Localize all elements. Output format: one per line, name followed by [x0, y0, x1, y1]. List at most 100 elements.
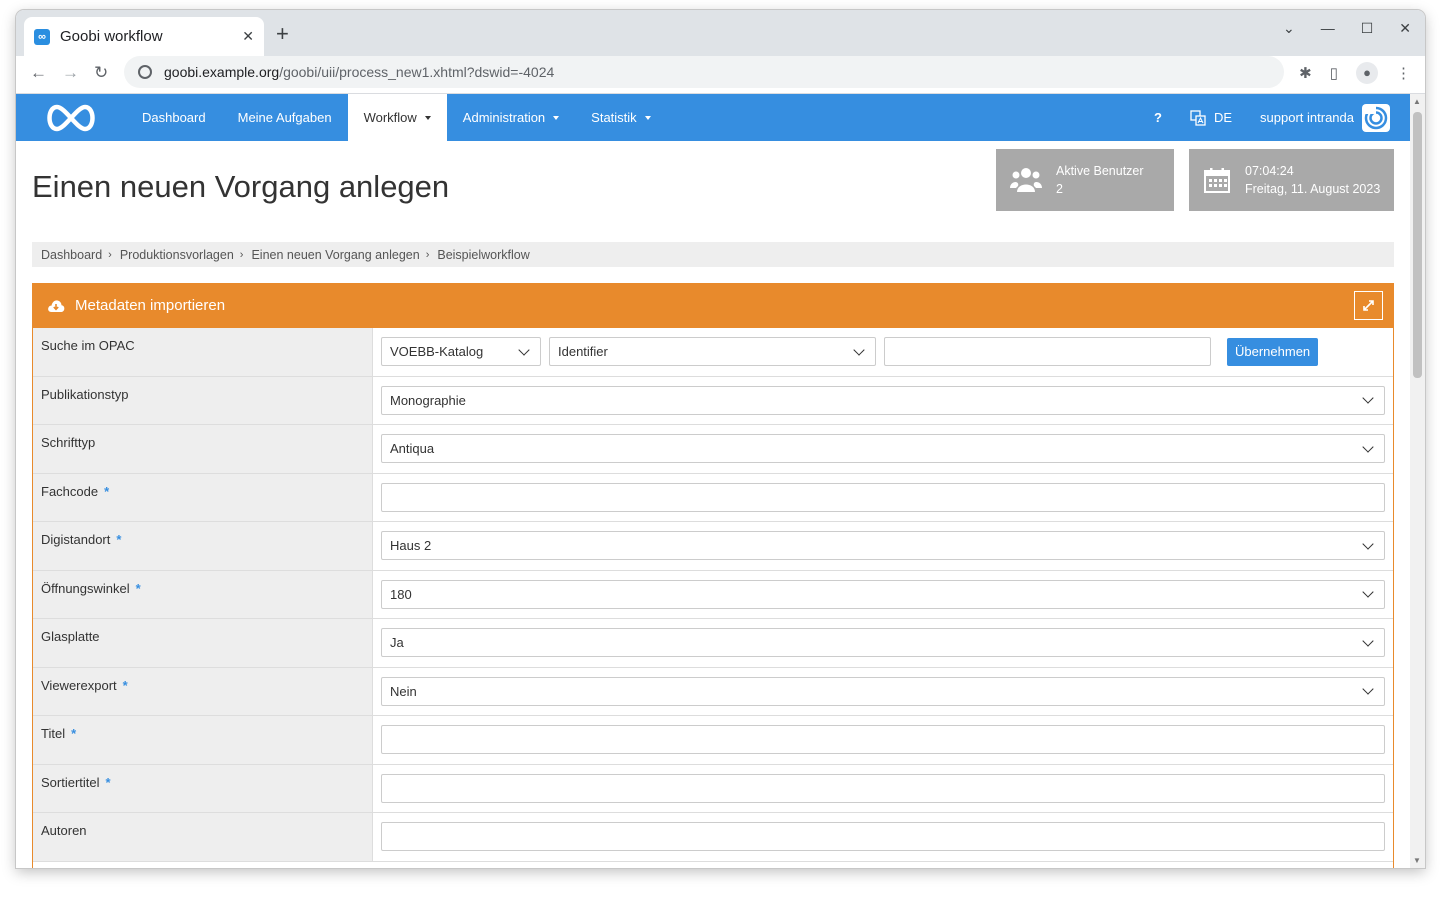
required-marker: * — [71, 726, 77, 741]
main-navbar: Dashboard Meine Aufgaben Workflow Admini… — [16, 94, 1410, 141]
profile-icon[interactable]: ● — [1356, 62, 1378, 84]
select-value: Ja — [390, 635, 404, 651]
nav-administration-label: Administration — [462, 110, 546, 125]
box-title: Metadaten importieren — [75, 297, 226, 314]
site-info-icon[interactable] — [138, 65, 152, 79]
metadata-select[interactable]: Haus 2 — [381, 531, 1385, 561]
scroll-down-icon[interactable]: ▼ — [1413, 856, 1421, 865]
form-field — [373, 716, 1393, 764]
nav-dashboard[interactable]: Dashboard — [126, 94, 222, 141]
chevron-right-icon: › — [239, 248, 244, 261]
form-row: Digistandort * Haus 2 — [33, 522, 1393, 571]
side-panel-icon[interactable]: ▯ — [1330, 64, 1338, 82]
translate-icon — [1190, 109, 1206, 126]
nav-workflow-label: Workflow — [363, 110, 417, 125]
help-button[interactable]: ? — [1140, 94, 1176, 141]
url-field[interactable]: goobi.example.org /goobi/uii/process_new… — [124, 56, 1284, 88]
chevron-down-icon — [1362, 635, 1374, 647]
metadata-select[interactable]: Nein — [381, 676, 1385, 706]
active-users-count: 2 — [1056, 182, 1063, 196]
metadata-input[interactable] — [381, 773, 1385, 803]
nav-administration[interactable]: Administration — [447, 94, 575, 141]
form-label: Suche im OPAC — [33, 328, 373, 376]
menu-icon[interactable]: ⋮ — [1396, 64, 1411, 82]
form-row: Fachcode * — [33, 473, 1393, 522]
tab-search-icon[interactable]: ⌄ — [1283, 20, 1295, 37]
form-row: Sortiertitel * — [33, 764, 1393, 813]
nav-right: ? DE support intranda — [1140, 94, 1410, 141]
form-row: Titel * — [33, 716, 1393, 765]
extensions-icon[interactable]: ✱ — [1299, 64, 1312, 82]
form-label: Schrifttyp — [33, 425, 373, 473]
maximize-icon[interactable]: ☐ — [1361, 20, 1374, 37]
search-field-select-value: Identifier — [558, 344, 608, 360]
caret-down-icon — [424, 115, 431, 120]
form-field: Nein — [373, 668, 1393, 716]
user-menu[interactable]: support intranda — [1246, 94, 1354, 141]
scrollbar[interactable]: ▲ ▼ — [1410, 94, 1425, 868]
minimize-icon[interactable]: — — [1321, 20, 1335, 37]
form-label-text: Autoren — [41, 823, 87, 838]
cloud-download-icon — [48, 299, 65, 312]
form-row: Publikationstyp Monographie — [33, 376, 1393, 425]
search-field-select[interactable]: Identifier — [549, 337, 876, 367]
required-marker: * — [105, 774, 111, 790]
nav-workflow[interactable]: Workflow — [347, 94, 447, 141]
goobi-favicon-icon: ∞ — [34, 28, 50, 45]
metadata-input[interactable] — [381, 822, 1385, 852]
form-label-text: Sortiertitel — [41, 774, 100, 790]
form-label-text: Schrifttyp — [41, 435, 96, 450]
form-row: Viewerexport * Nein — [33, 667, 1393, 716]
new-tab-icon[interactable]: + — [276, 23, 289, 45]
breadcrumb-dashboard[interactable]: Dashboard — [41, 248, 102, 262]
form-label: Glasplatte — [33, 619, 373, 667]
page-viewport: Dashboard Meine Aufgaben Workflow Admini… — [16, 94, 1410, 868]
required-marker: * — [104, 483, 110, 499]
browser-toolbar-icons: ✱ ▯ ● ⋮ — [1299, 62, 1411, 84]
scroll-thumb[interactable] — [1413, 112, 1422, 378]
close-tab-icon[interactable]: ✕ — [242, 28, 254, 45]
form-label: Digistandort * — [33, 522, 373, 570]
breadcrumb-new-process[interactable]: Einen neuen Vorgang anlegen — [251, 248, 419, 262]
nav-my-tasks[interactable]: Meine Aufgaben — [222, 94, 348, 141]
form-field — [373, 765, 1393, 813]
metadata-select[interactable]: 180 — [381, 579, 1385, 609]
metadata-select[interactable]: Ja — [381, 628, 1385, 658]
expand-icon — [1363, 300, 1374, 311]
back-icon[interactable]: ← — [30, 63, 47, 83]
form-label: Sortiertitel * — [33, 764, 373, 812]
metadata-select[interactable]: Monographie — [381, 385, 1385, 415]
form-row-opac: Suche im OPAC VOEBB-Katalog Identifier Ü… — [33, 328, 1393, 377]
form-label-text: Titel — [41, 726, 66, 741]
breadcrumb-production-templates[interactable]: Produktionsvorlagen — [120, 248, 234, 262]
chevron-down-icon — [1362, 441, 1374, 453]
apply-button[interactable]: Übernehmen — [1227, 337, 1319, 366]
browser-tab[interactable]: ∞ Goobi workflow ✕ — [24, 17, 264, 56]
form-label: Autoren — [33, 813, 373, 861]
scroll-up-icon[interactable]: ▲ — [1413, 97, 1421, 106]
expand-button[interactable] — [1354, 291, 1383, 320]
metadata-import-box: Metadaten importieren Suche im OPAC VOEB… — [32, 283, 1394, 868]
form-label-text: Glasplatte — [41, 629, 100, 644]
box-header: Metadaten importieren — [33, 283, 1393, 328]
metadata-input[interactable] — [381, 482, 1385, 512]
reload-icon[interactable]: ↻ — [94, 63, 108, 83]
nav-statistics-label: Statistik — [591, 110, 637, 125]
select-value: 180 — [390, 586, 412, 602]
avatar[interactable] — [1362, 103, 1390, 132]
form-label: Öffnungswinkel * — [33, 570, 373, 618]
goobi-logo-icon[interactable] — [16, 94, 126, 141]
select-value: Antiqua — [390, 441, 435, 457]
language-switcher[interactable]: DE — [1176, 94, 1246, 141]
opac-query-input[interactable] — [884, 337, 1211, 367]
tab-strip: ∞ Goobi workflow ✕ + ⌄ — ☐ ✕ — [16, 10, 1425, 56]
catalog-select[interactable]: VOEBB-Katalog — [381, 337, 541, 367]
form-rows: Publikationstyp Monographie Schrifttyp Anti… — [33, 376, 1393, 862]
form-field: Antiqua — [373, 425, 1393, 473]
forward-icon[interactable]: → — [62, 63, 79, 83]
close-window-icon[interactable]: ✕ — [1399, 20, 1411, 37]
metadata-select[interactable]: Antiqua — [381, 434, 1385, 464]
nav-statistics[interactable]: Statistik — [575, 94, 667, 141]
chevron-down-icon — [1362, 586, 1374, 598]
metadata-input[interactable] — [381, 725, 1385, 755]
